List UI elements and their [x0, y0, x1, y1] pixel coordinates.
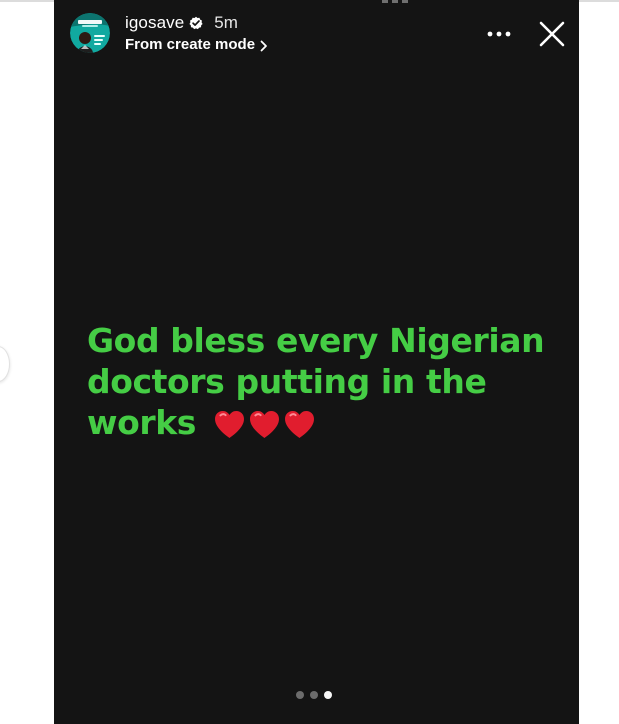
drag-handle-icon[interactable]: [382, 0, 408, 4]
story-container[interactable]: igosave 5m From create mode God bless ev…: [54, 0, 579, 724]
story-viewer-page: igosave 5m From create mode God bless ev…: [0, 0, 619, 724]
red-heart-icon: [248, 408, 281, 439]
progress-dot: [310, 691, 318, 699]
story-message: God bless every Nigerian doctors putting…: [87, 320, 557, 443]
create-mode-link[interactable]: From create mode: [125, 36, 268, 53]
progress-dot-active: [324, 691, 332, 699]
red-heart-icon: [283, 408, 316, 439]
close-icon[interactable]: [538, 20, 566, 48]
progress-dot: [296, 691, 304, 699]
story-progress-indicator: [296, 691, 332, 699]
red-heart-icon: [213, 408, 246, 439]
story-header: igosave 5m From create mode: [54, 0, 579, 72]
username-link[interactable]: igosave: [125, 13, 184, 33]
profile-avatar-icon[interactable]: [70, 13, 110, 53]
previous-story-button[interactable]: [0, 346, 10, 382]
verified-badge-icon: [189, 16, 203, 30]
chevron-right-icon: [260, 39, 268, 51]
heart-emoji-group: [213, 408, 316, 439]
account-row: igosave 5m: [125, 13, 238, 33]
more-horizontal-icon[interactable]: [485, 25, 513, 43]
post-time: 5m: [214, 13, 238, 32]
create-mode-label: From create mode: [125, 36, 256, 53]
